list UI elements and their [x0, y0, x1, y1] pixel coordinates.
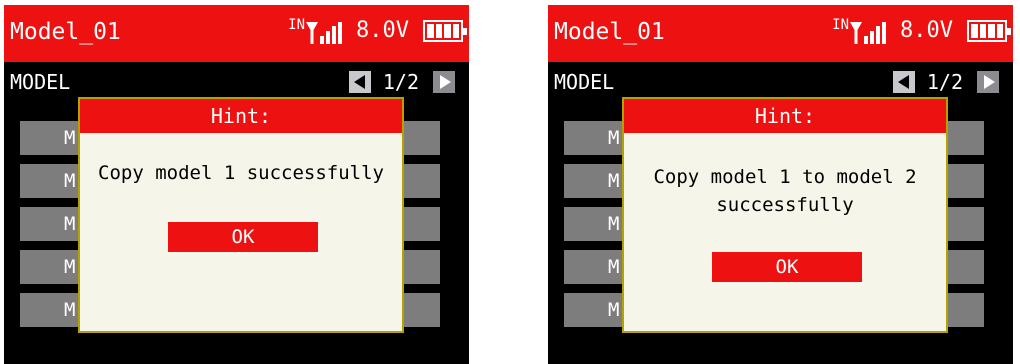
voltage-readout: 8.0V — [900, 18, 953, 43]
ok-button[interactable]: OK — [712, 252, 862, 282]
hint-dialog: Hint: Copy model 1 successfully OK — [78, 97, 404, 333]
antenna-icon — [306, 22, 319, 44]
dialog-message: Copy model 1 successfully — [98, 162, 384, 184]
arrow-left-icon[interactable] — [348, 71, 371, 93]
status-area: IN 8.0V — [288, 16, 467, 44]
battery-icon — [967, 20, 1011, 42]
menu-header: MODEL 1/2 — [4, 62, 469, 102]
dialog-title: Hint: — [80, 99, 402, 133]
pager: 1/2 — [348, 69, 455, 95]
status-area: IN 8.0V — [832, 16, 1011, 44]
arrow-right-icon[interactable] — [433, 71, 455, 93]
hint-dialog: Hint: Copy model 1 to model 2 successfull… — [622, 97, 948, 333]
voltage-readout: 8.0V — [356, 18, 409, 43]
dialog-title: Hint: — [624, 99, 946, 133]
signal-bars-icon — [320, 22, 343, 44]
menu-title: MODEL — [10, 70, 71, 94]
arrow-left-icon[interactable] — [892, 71, 915, 93]
menu-title: MODEL — [554, 70, 615, 94]
page-indicator: 1/2 — [926, 70, 963, 94]
dialog-message: Copy model 1 to model 2 successfully — [653, 166, 917, 216]
pager: 1/2 — [892, 69, 999, 95]
menu-header: MODEL 1/2 — [548, 62, 1013, 102]
transmitter-screen-right: Model_01 IN 8.0V MODEL 1/2 M M M M M Hin… — [548, 5, 1013, 364]
battery-icon — [423, 20, 467, 42]
model-name: Model_01 — [10, 19, 121, 45]
ok-button[interactable]: OK — [168, 222, 318, 252]
title-bar: Model_01 IN 8.0V — [548, 5, 1013, 62]
model-name: Model_01 — [554, 19, 665, 45]
transmitter-screen-left: Model_01 IN 8.0V MODEL 1/2 M M M M M Hin… — [4, 5, 469, 364]
page-indicator: 1/2 — [382, 70, 419, 94]
title-bar: Model_01 IN 8.0V — [4, 5, 469, 62]
signal-bars-icon — [864, 22, 887, 44]
signal-label: IN — [288, 17, 306, 33]
arrow-right-icon[interactable] — [977, 71, 999, 93]
antenna-icon — [850, 22, 863, 44]
signal-label: IN — [832, 17, 850, 33]
